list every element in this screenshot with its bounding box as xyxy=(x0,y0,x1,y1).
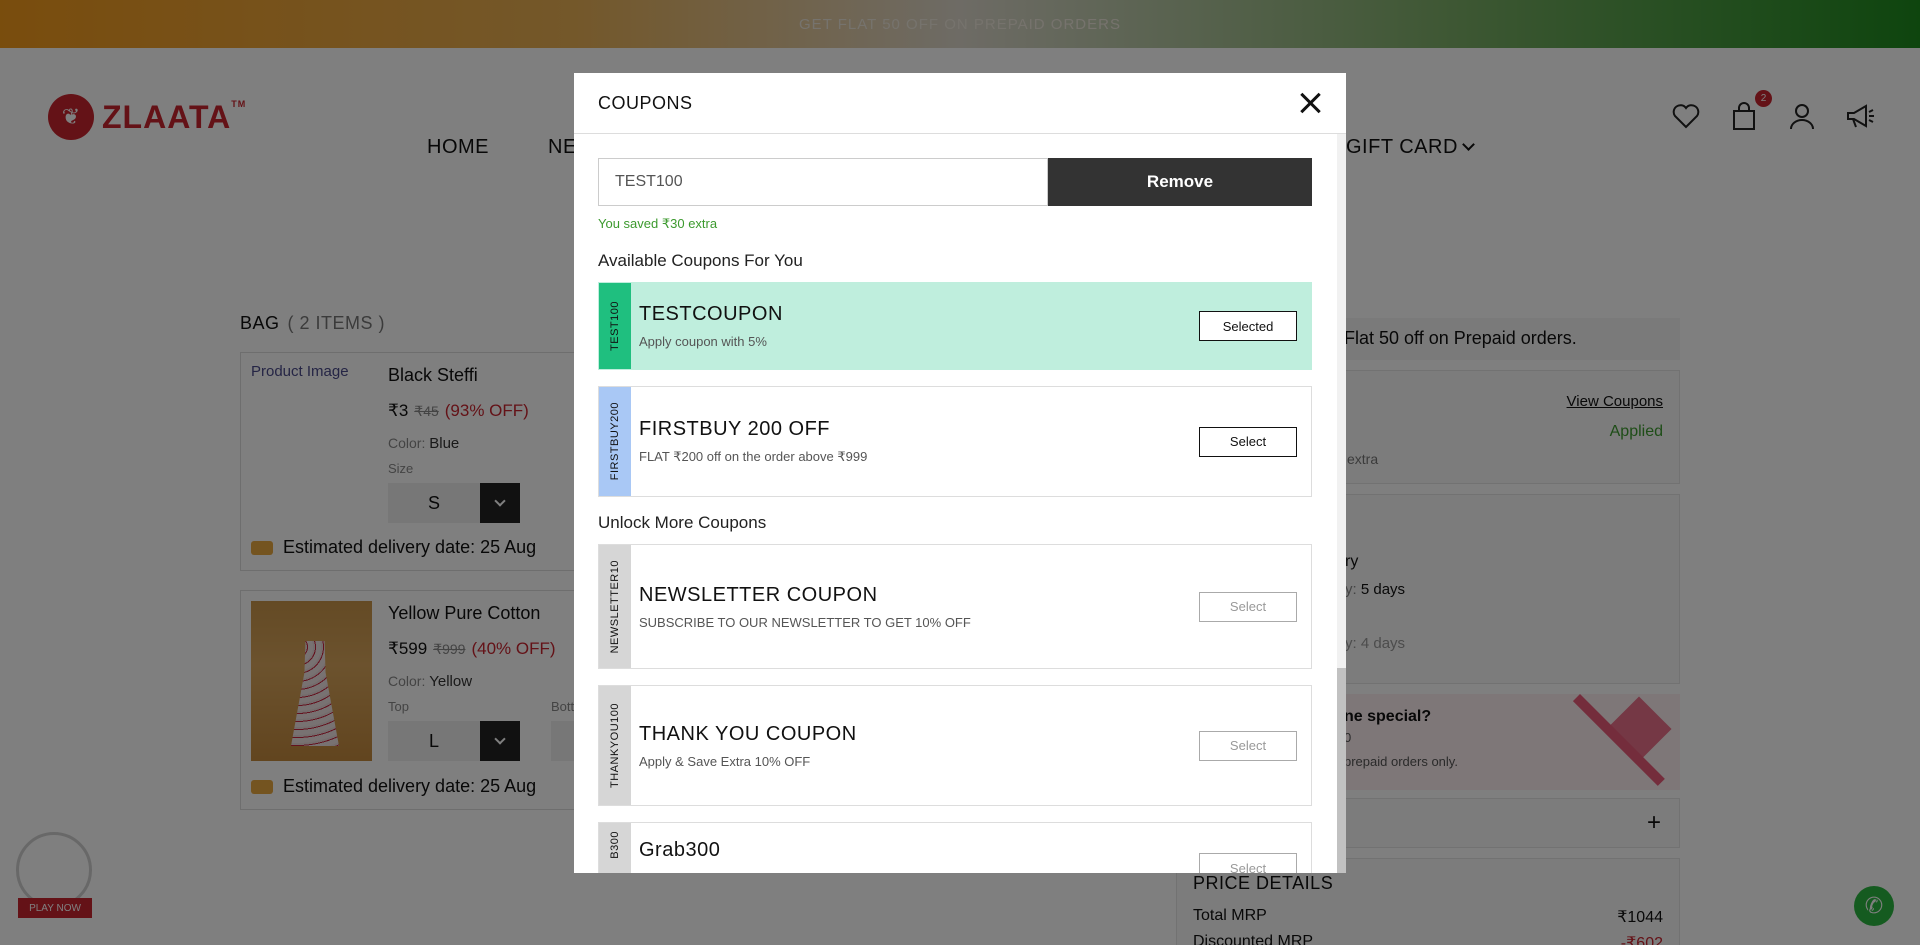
coupon-code-row: Remove xyxy=(598,158,1312,206)
scroll-thumb[interactable] xyxy=(1337,668,1346,873)
unlock-coupons-heading: Unlock More Coupons xyxy=(598,513,767,532)
coupon-card[interactable]: FIRSTBUY200 FIRSTBUY 200 OFF FLAT ₹200 o… xyxy=(598,386,1312,497)
coupon-code-tag: THANKYOU100 xyxy=(599,686,631,805)
coupon-code: NEWSLETTER10 xyxy=(609,559,621,654)
coupon-code: FIRSTBUY200 xyxy=(609,402,621,481)
remove-coupon-button[interactable]: Remove xyxy=(1048,158,1312,206)
coupons-modal: COUPONS Remove You saved ₹30 extra Avail… xyxy=(574,73,1346,873)
available-coupons-heading: Available Coupons For You xyxy=(598,251,803,270)
coupon-select-button[interactable]: Select xyxy=(1199,853,1297,873)
coupon-card: THANKYOU100 THANK YOU COUPON Apply & Sav… xyxy=(598,685,1312,806)
modal-header: COUPONS xyxy=(574,73,1346,134)
modal-body: Remove You saved ₹30 extra Available Cou… xyxy=(598,158,1312,873)
coupon-code: TEST100 xyxy=(609,301,621,351)
coupon-code-input[interactable] xyxy=(598,158,1048,206)
coupon-code: THANKYOU100 xyxy=(609,703,621,788)
coupon-selected-button[interactable]: Selected xyxy=(1199,311,1297,341)
coupon-card: NEWSLETTER10 NEWSLETTER COUPON SUBSCRIBE… xyxy=(598,544,1312,669)
coupon-card[interactable]: TEST100 TESTCOUPON Apply coupon with 5% … xyxy=(598,282,1312,370)
coupon-code-tag: FIRSTBUY200 xyxy=(599,387,631,496)
modal-title: COUPONS xyxy=(598,92,693,113)
coupon-code: B300 xyxy=(609,831,621,859)
coupon-card: B300 Grab300 Select xyxy=(598,822,1312,873)
coupon-code-tag: B300 xyxy=(599,823,631,873)
coupon-code-tag: NEWSLETTER10 xyxy=(599,545,631,668)
coupon-code-tag: TEST100 xyxy=(599,283,631,369)
coupon-select-button[interactable]: Select xyxy=(1199,730,1297,761)
savings-message: You saved ₹30 extra xyxy=(598,216,718,231)
close-icon[interactable] xyxy=(1298,91,1322,115)
coupon-select-button[interactable]: Select xyxy=(1199,591,1297,622)
coupon-select-button[interactable]: Select xyxy=(1199,426,1297,457)
